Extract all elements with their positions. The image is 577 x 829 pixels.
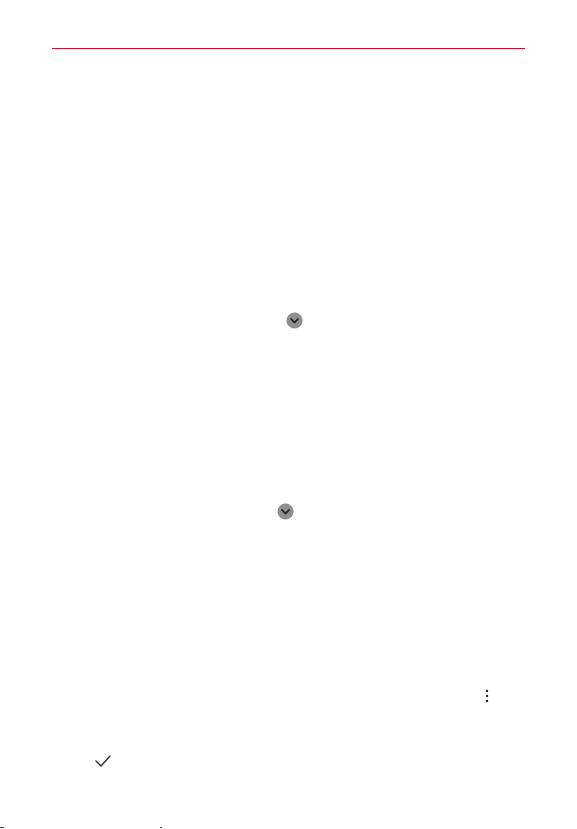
header-rule [52, 48, 525, 49]
footer-mark [160, 827, 162, 828]
more-vert-icon[interactable] [483, 688, 491, 704]
chevron-down-circle-icon[interactable] [286, 312, 303, 329]
footer-mark [0, 827, 4, 828]
chevron-down-circle-icon[interactable] [277, 503, 294, 520]
check-icon[interactable] [94, 754, 112, 768]
